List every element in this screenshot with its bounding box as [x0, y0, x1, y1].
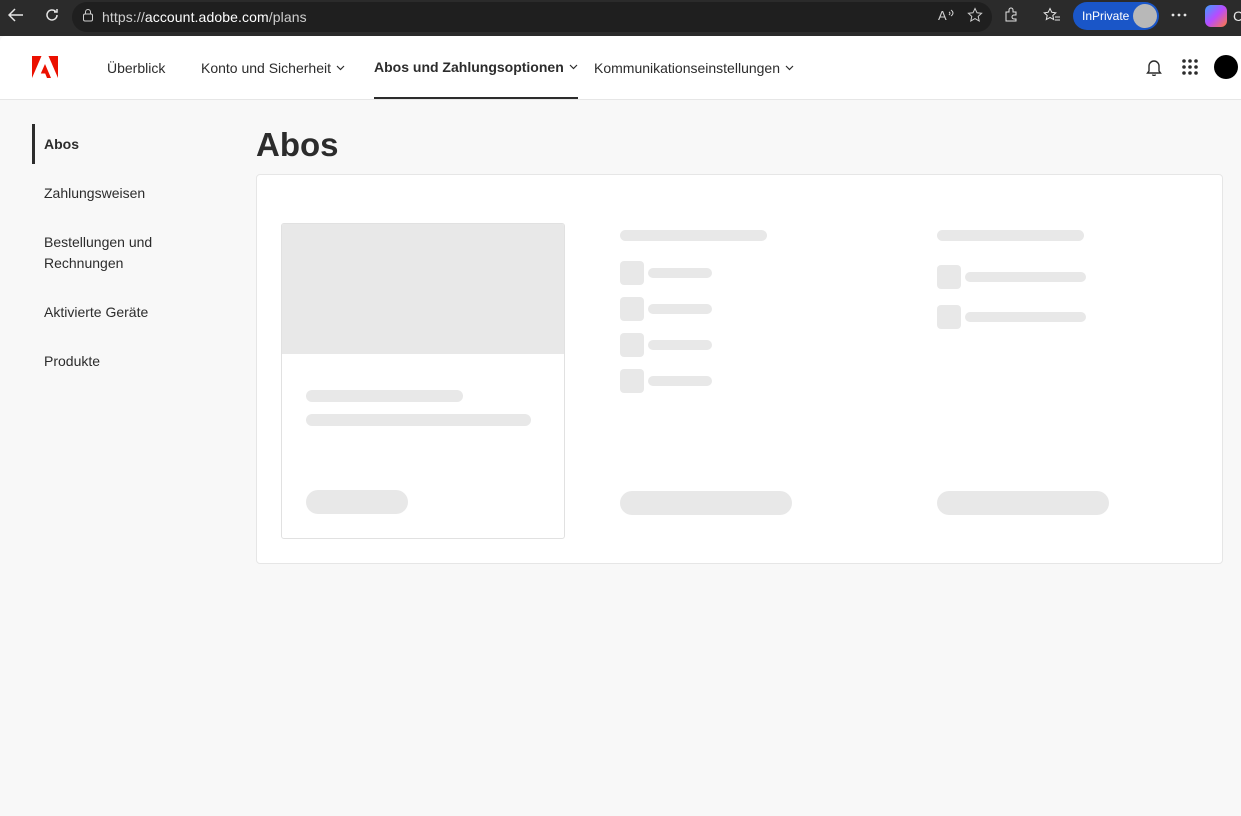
nav-konto-und-sicherheit[interactable]: Konto und Sicherheit [201, 36, 345, 99]
profile-avatar-icon [1133, 4, 1157, 28]
sidebar-item-label: Zahlungsweisen [44, 185, 146, 201]
chevron-down-icon [569, 64, 578, 69]
favorites-icon[interactable] [1037, 0, 1067, 30]
sidebar-item-abos[interactable]: Abos [32, 124, 79, 164]
sidebar-item-bestellungen-und-rechnungen[interactable]: Bestellungen und Rechnungen [32, 232, 182, 274]
chevron-down-icon [336, 65, 345, 70]
skeleton-icon [620, 333, 644, 357]
page-title: Abos [256, 126, 339, 163]
sidebar-item-label: Abos [44, 135, 79, 152]
skeleton-line [648, 304, 712, 314]
skeleton-line [306, 390, 463, 402]
inprivate-label: InPrivate [1082, 9, 1130, 23]
nav-ueberblick[interactable]: Überblick [107, 36, 165, 99]
nav-label: Abos und Zahlungsoptionen [374, 58, 564, 75]
app-header: Überblick Konto und Sicherheit Abos und … [0, 36, 1241, 100]
app-grid-icon[interactable] [1179, 56, 1201, 78]
skeleton-line [648, 340, 712, 350]
plans-loading-panel [256, 174, 1223, 564]
skeleton-line [965, 312, 1086, 322]
address-bar[interactable]: https://account.adobe.com/plans [72, 2, 992, 32]
read-aloud-icon[interactable]: A [932, 0, 962, 30]
browser-toolbar: https://account.adobe.com/plans A InPriv… [0, 0, 1241, 36]
adobe-logo-icon[interactable] [32, 56, 58, 78]
sidebar-item-aktivierte-geraete[interactable]: Aktivierte Geräte [32, 302, 148, 323]
skeleton-line [620, 230, 767, 241]
refresh-icon[interactable] [37, 0, 67, 30]
nav-label: Kommunikationseinstellungen [594, 59, 780, 76]
inprivate-badge[interactable]: InPrivate [1073, 2, 1159, 30]
sidebar-item-label: Produkte [44, 353, 101, 369]
sidebar-item-label: Bestellungen und Rechnungen [44, 234, 153, 271]
skeleton-image [282, 224, 564, 354]
skeleton-icon [937, 305, 961, 329]
lock-icon [82, 8, 94, 27]
chevron-down-icon [785, 65, 794, 70]
bell-icon[interactable] [1143, 56, 1165, 78]
url-host: account.adobe.com [144, 9, 269, 25]
skeleton-line [648, 268, 712, 278]
skeleton-line [648, 376, 712, 386]
url-path: /plans [268, 9, 307, 25]
nav-abos-und-zahlungsoptionen[interactable]: Abos und Zahlungsoptionen [374, 36, 578, 99]
skeleton-button [937, 491, 1109, 515]
extensions-icon[interactable] [996, 0, 1026, 30]
copilot-label-fragment: C [1233, 8, 1241, 24]
skeleton-line [306, 414, 531, 426]
skeleton-button [306, 490, 408, 514]
skeleton-icon [620, 297, 644, 321]
nav-label: Überblick [107, 59, 166, 76]
url-scheme: https:// [102, 9, 145, 25]
more-menu-icon[interactable] [1164, 0, 1194, 30]
plan-card-skeleton [281, 223, 565, 539]
sidebar-item-produkte[interactable]: Produkte [32, 351, 100, 372]
url-text: https://account.adobe.com/plans [102, 9, 307, 25]
user-avatar[interactable] [1214, 55, 1238, 79]
skeleton-button [620, 491, 792, 515]
skeleton-line [965, 272, 1086, 282]
sidebar-item-zahlungsweisen[interactable]: Zahlungsweisen [32, 183, 145, 204]
sidebar-item-label: Aktivierte Geräte [44, 304, 149, 320]
skeleton-icon [937, 265, 961, 289]
skeleton-icon [620, 261, 644, 285]
skeleton-line [937, 230, 1084, 241]
copilot-icon[interactable] [1205, 5, 1227, 27]
back-icon[interactable] [1, 0, 31, 30]
skeleton-icon [620, 369, 644, 393]
nav-kommunikationseinstellungen[interactable]: Kommunikationseinstellungen [594, 36, 794, 99]
nav-label: Konto und Sicherheit [201, 59, 331, 76]
svg-text:A: A [938, 8, 947, 22]
favorite-star-icon[interactable] [960, 0, 990, 30]
